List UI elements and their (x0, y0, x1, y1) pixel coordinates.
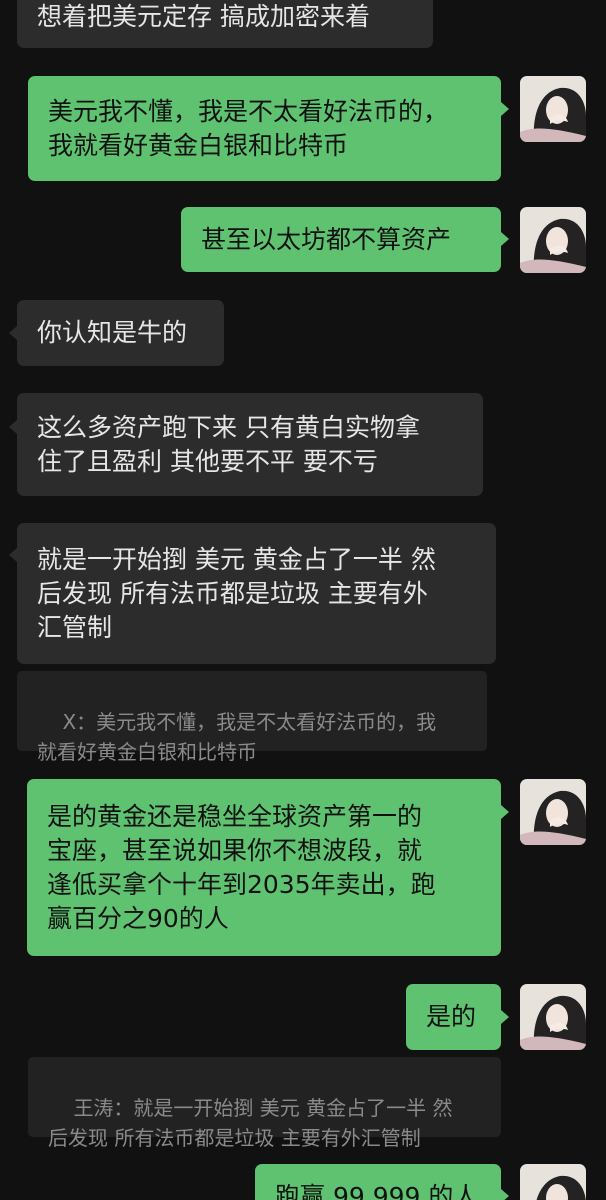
bubble-tail (9, 548, 17, 562)
message-bubble-outgoing[interactable]: 甚至以太坊都不算资产 (181, 207, 501, 272)
user-avatar[interactable] (520, 1164, 586, 1200)
bubble-tail (501, 1010, 509, 1024)
bubble-tail (501, 805, 509, 819)
message-bubble-incoming[interactable]: 想着把美元定存 搞成加密来着 (17, 0, 433, 48)
message-text: 是的 (426, 1002, 477, 1031)
quoted-text: 王涛：就是一开始捯 美元 黄金占了一半 然 后发现 所有法币都是垃圾 主要有外汇… (48, 1096, 453, 1150)
message-bubble-incoming[interactable]: 你认知是牛的 (17, 300, 224, 366)
avatar-portrait-icon (520, 779, 586, 845)
quoted-reply[interactable]: X：美元我不懂，我是不太看好法币的，我 就看好黄金白银和比特币 (17, 671, 487, 764)
message-bubble-incoming[interactable]: 这么多资产跑下来 只有黄白实物拿 住了且盈利 其他要不平 要不亏 (17, 393, 483, 496)
message-bubble-outgoing[interactable]: 是的 (406, 984, 501, 1050)
message-text: 跑赢 99.999 的人 (275, 1182, 479, 1200)
bubble-tail (501, 1189, 509, 1200)
message-bubble-outgoing[interactable]: 是的黄金还是稳坐全球资产第一的 宝座，甚至说如果你不想波段，就 逢低买拿个十年到… (27, 779, 501, 956)
message-bubble-outgoing[interactable]: 跑赢 99.999 的人 (255, 1164, 501, 1200)
message-text: 是的黄金还是稳坐全球资产第一的 宝座，甚至说如果你不想波段，就 逢低买拿个十年到… (47, 801, 436, 933)
message-bubble-outgoing[interactable]: 美元我不懂，我是不太看好法币的， 我就看好黄金白银和比特币 (28, 76, 501, 181)
user-avatar[interactable] (520, 76, 586, 142)
bubble-tail (501, 232, 509, 246)
message-bubble-incoming[interactable]: 就是一开始捯 美元 黄金占了一半 然 后发现 所有法币都是垃圾 主要有外 汇管制 (17, 523, 496, 664)
bubble-tail (9, 326, 17, 340)
quoted-reply[interactable]: 王涛：就是一开始捯 美元 黄金占了一半 然 后发现 所有法币都是垃圾 主要有外汇… (28, 1057, 501, 1150)
bubble-tail (501, 102, 509, 116)
message-text: 你认知是牛的 (37, 318, 188, 347)
user-avatar[interactable] (520, 779, 586, 845)
avatar-portrait-icon (520, 76, 586, 142)
avatar-portrait-icon (520, 1164, 586, 1200)
message-text: 想着把美元定存 搞成加密来着 (37, 2, 370, 31)
message-text: 就是一开始捯 美元 黄金占了一半 然 后发现 所有法币都是垃圾 主要有外 汇管制 (37, 544, 436, 642)
message-text: 甚至以太坊都不算资产 (201, 224, 452, 254)
user-avatar[interactable] (520, 984, 586, 1050)
avatar-portrait-icon (520, 207, 586, 273)
quoted-text: X：美元我不懂，我是不太看好法币的，我 就看好黄金白银和比特币 (37, 710, 437, 764)
message-text: 美元我不懂，我是不太看好法币的， 我就看好黄金白银和比特币 (48, 96, 449, 160)
message-text: 这么多资产跑下来 只有黄白实物拿 住了且盈利 其他要不平 要不亏 (37, 412, 420, 476)
chat-screen: 想着把美元定存 搞成加密来着 美元我不懂，我是不太看好法币的， 我就看好黄金白银… (0, 0, 606, 1200)
bubble-tail (9, 420, 17, 434)
avatar-portrait-icon (520, 984, 586, 1050)
user-avatar[interactable] (520, 207, 586, 273)
